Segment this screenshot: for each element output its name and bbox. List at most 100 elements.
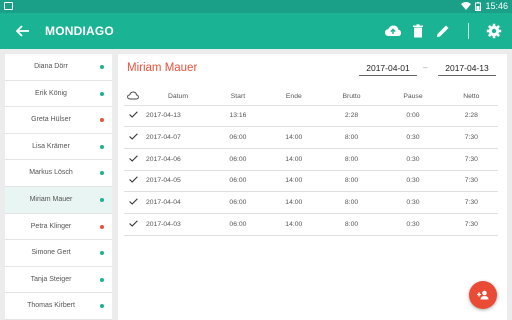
date-from-field[interactable]: 2017-04-01 [359, 62, 417, 76]
date-to-field[interactable]: 2017-04-13 [438, 62, 496, 76]
cell-datum: 2017-04-07 [142, 126, 210, 149]
employee-name: Petra Klinger [30, 222, 72, 230]
cell-ende: 14:00 [265, 191, 322, 214]
cell-ende [265, 104, 322, 127]
time-entries-table: Datum Start Ende Brutto Pause Netto 2017… [124, 89, 498, 236]
status-dot [100, 144, 104, 149]
cell-start: 06:00 [210, 126, 266, 149]
status-dot [100, 171, 104, 176]
cell-start: 13:16 [210, 104, 266, 127]
list-item-selected[interactable]: Miriam Mauer [5, 186, 112, 214]
date-separator: – [423, 63, 428, 72]
table-header-row: Datum Start Ende Brutto Pause Netto [124, 89, 498, 105]
cell-datum: 2017-04-05 [142, 169, 210, 192]
list-item[interactable]: Lisa Krämer [5, 134, 112, 161]
cell-brutto: 8:00 [321, 191, 382, 214]
add-group-icon [477, 290, 489, 300]
employee-name: Thomas Kirbert [27, 302, 75, 310]
settings-gear-icon[interactable] [485, 22, 503, 40]
cell-ende: 14:00 [265, 212, 322, 236]
list-item[interactable]: Erik König [5, 81, 112, 108]
notification-icon [4, 2, 13, 10]
employee-name: Greta Hülser [31, 116, 71, 124]
cell-datum: 2017-04-04 [142, 191, 210, 214]
cell-netto: 7:30 [444, 191, 498, 214]
col-header-ende: Ende [285, 93, 302, 101]
edit-pencil-icon[interactable] [434, 22, 452, 40]
table-row[interactable]: 2017-04-04 06:00 14:00 8:00 0:30 7:30 [124, 191, 498, 214]
cell-ende: 14:00 [265, 147, 322, 171]
status-dot [100, 277, 104, 282]
employee-name: Markus Lösch [29, 169, 73, 177]
cell-netto: 2:28 [444, 104, 498, 127]
wifi-icon [461, 2, 472, 10]
check-icon [128, 176, 138, 184]
cell-brutto: 8:00 [321, 169, 382, 192]
cell-pause: 0:30 [381, 126, 445, 149]
employee-title: Miriam Mauer [127, 62, 198, 74]
toolbar-divider [468, 23, 469, 39]
list-item[interactable]: Petra Klinger [5, 214, 112, 241]
time-entries-panel: Miriam Mauer 2017-04-01 – 2017-04-13 Dat… [118, 54, 507, 320]
status-dot [100, 65, 104, 69]
cell-start: 06:00 [210, 169, 266, 192]
cell-pause: 0:30 [381, 169, 445, 192]
cell-pause: 0:30 [381, 212, 445, 236]
table-row[interactable]: 2017-04-13 13:16 2:28 0:00 2:28 [124, 104, 498, 127]
cell-netto: 7:30 [444, 126, 498, 149]
trash-icon[interactable] [409, 22, 427, 40]
cell-start: 06:00 [210, 147, 266, 171]
list-item[interactable]: Thomas Kirbert [5, 293, 112, 320]
employee-name: Lisa Krämer [32, 142, 70, 150]
status-bar: 15:46 [0, 0, 512, 13]
cell-pause: 0:00 [381, 104, 445, 127]
clock: 15:46 [485, 1, 508, 11]
table-row[interactable]: 2017-04-07 06:00 14:00 8:00 0:30 7:30 [124, 126, 498, 149]
cell-start: 06:00 [210, 191, 266, 214]
list-item[interactable]: Simone Gert [5, 240, 112, 267]
cell-datum: 2017-04-03 [142, 212, 210, 236]
status-dot [100, 251, 104, 256]
check-icon [128, 155, 138, 162]
cell-datum: 2017-04-13 [142, 104, 210, 127]
col-header-brutto: Brutto [342, 93, 361, 101]
cloud-outline-icon [127, 91, 139, 100]
cell-ende: 14:00 [265, 169, 322, 192]
table-row[interactable]: 2017-04-03 06:00 14:00 8:00 0:30 7:30 [124, 212, 498, 236]
cell-netto: 7:30 [444, 169, 498, 192]
list-item[interactable]: Markus Lösch [5, 160, 112, 187]
check-icon [128, 133, 138, 140]
employee-name: Miriam Mauer [29, 195, 73, 203]
cell-brutto: 8:00 [321, 212, 382, 236]
cell-ende: 14:00 [265, 126, 322, 149]
status-dot [100, 304, 104, 309]
cell-start: 06:00 [210, 212, 266, 236]
employee-name: Diana Dörr [34, 63, 68, 70]
status-dot [100, 197, 104, 202]
cell-netto: 7:30 [444, 212, 498, 236]
cell-datum: 2017-04-06 [142, 147, 210, 171]
cell-pause: 0:30 [381, 191, 445, 214]
check-icon [128, 220, 138, 227]
col-header-datum: Datum [167, 93, 189, 101]
employee-name: Simone Gert [31, 249, 71, 257]
col-header-start: Start [230, 93, 246, 101]
app-title: MONDIAGO [45, 24, 114, 38]
back-arrow-icon[interactable] [14, 22, 32, 40]
col-header-pause: Pause [403, 93, 423, 101]
cell-brutto: 8:00 [321, 126, 382, 149]
app-bar: MONDIAGO [0, 13, 512, 49]
col-header-netto: Netto [463, 93, 480, 101]
list-item[interactable]: Greta Hülser [5, 107, 112, 134]
list-item[interactable]: Tanja Steiger [5, 267, 112, 294]
add-group-button[interactable] [469, 281, 497, 309]
list-item[interactable]: Diana Dörr [5, 54, 112, 81]
employee-name: Tanja Steiger [30, 275, 72, 283]
table-row[interactable]: 2017-04-06 06:00 14:00 8:00 0:30 7:30 [124, 147, 498, 171]
cell-brutto: 8:00 [321, 147, 382, 171]
check-icon [128, 198, 138, 205]
employee-name: Erik König [35, 89, 67, 97]
table-row[interactable]: 2017-04-05 06:00 14:00 8:00 0:30 7:30 [124, 169, 498, 192]
cloud-upload-icon[interactable] [384, 22, 402, 40]
cell-pause: 0:30 [381, 147, 445, 171]
